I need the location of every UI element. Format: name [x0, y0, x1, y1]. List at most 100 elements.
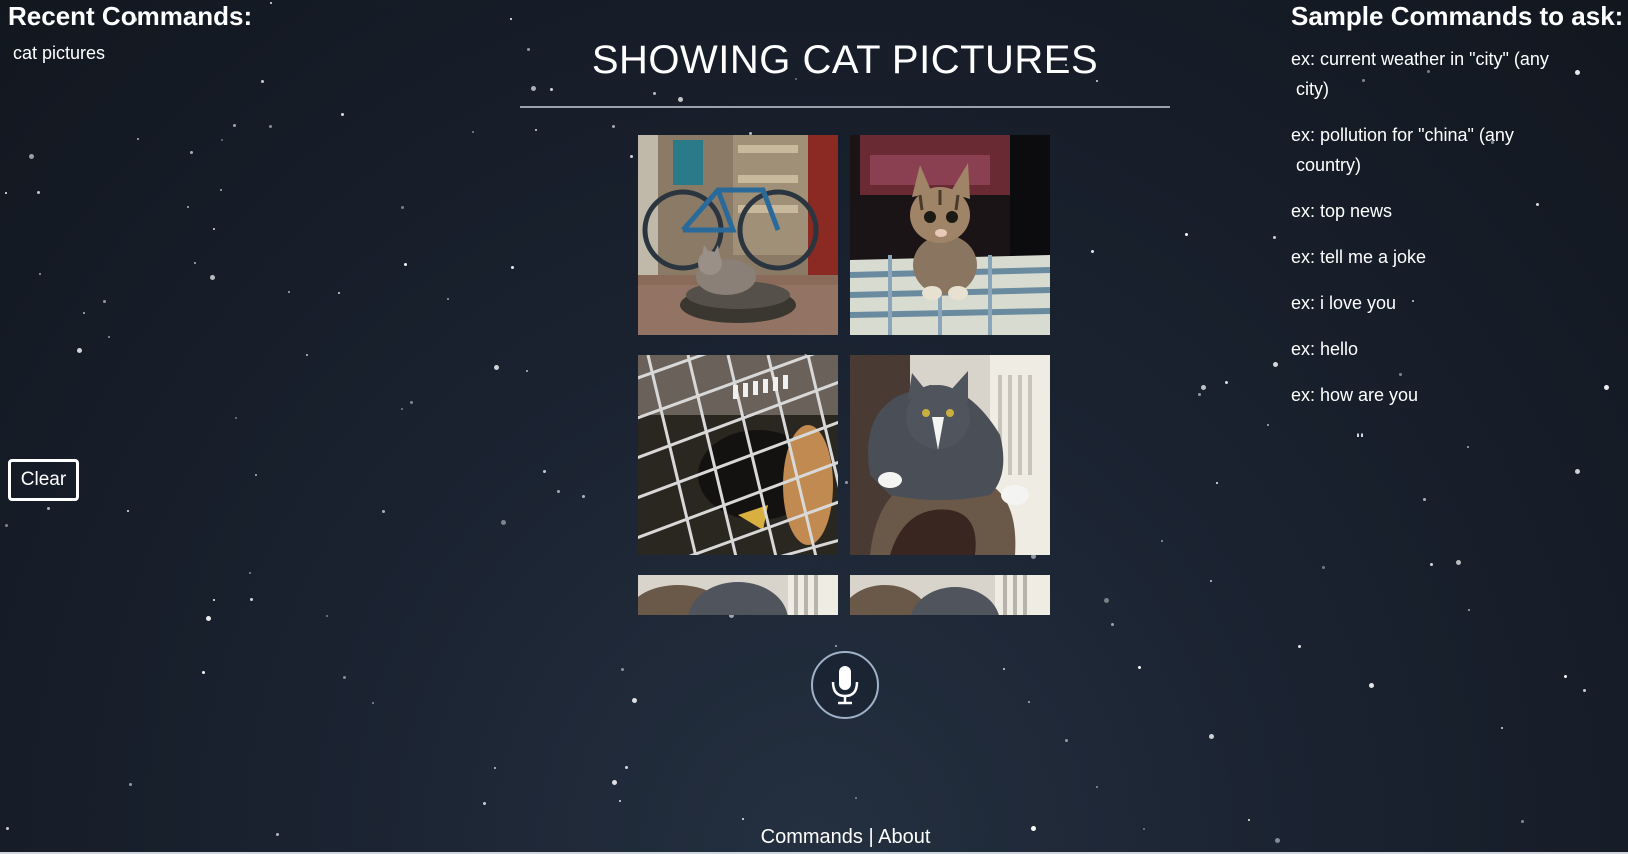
star — [630, 155, 633, 158]
recent-commands-heading: Recent Commands: — [8, 1, 253, 31]
star — [235, 417, 237, 419]
star — [1209, 734, 1214, 739]
star — [1003, 668, 1005, 670]
sample-commands-heading: Sample Commands to ask: — [1291, 1, 1624, 31]
star — [550, 88, 553, 91]
star — [510, 18, 512, 20]
star — [1201, 385, 1206, 390]
clear-button[interactable]: Clear — [8, 459, 79, 501]
star — [372, 702, 374, 704]
title-divider — [520, 106, 1170, 108]
star — [1298, 645, 1301, 648]
sample-command-item: ex: pollution for "china" (any country) — [1291, 125, 1514, 175]
star — [1185, 233, 1188, 236]
star — [621, 668, 624, 671]
commands-link[interactable]: Commands — [761, 826, 863, 848]
star — [233, 124, 236, 127]
star — [472, 131, 474, 133]
star — [190, 151, 193, 154]
star — [343, 676, 346, 679]
star — [535, 129, 537, 131]
star — [1273, 236, 1276, 239]
star — [401, 206, 404, 209]
sample-command-item: ex: i love you — [1291, 293, 1397, 313]
star — [1430, 563, 1433, 566]
cat-photo-partial-left — [638, 575, 838, 615]
star — [625, 766, 628, 769]
cat-photo-partial-right — [850, 575, 1050, 615]
about-link[interactable]: About — [878, 826, 930, 848]
footer-separator: | — [868, 826, 874, 848]
star — [632, 698, 637, 703]
star — [210, 275, 215, 280]
sample-command-item: ex: top news — [1291, 201, 1393, 221]
star — [501, 520, 506, 525]
star — [1564, 675, 1567, 678]
star — [1225, 381, 1228, 384]
sample-commands-list[interactable]: ex: current weather in "city" (any city)… — [1291, 32, 1621, 437]
star — [1111, 623, 1114, 626]
cat-photo-gallery[interactable] — [638, 135, 1050, 615]
star — [612, 125, 615, 128]
star — [543, 470, 546, 473]
star — [1216, 482, 1218, 484]
star — [1456, 560, 1461, 565]
star — [678, 97, 683, 102]
star — [249, 572, 251, 574]
star — [137, 138, 139, 140]
star — [835, 645, 837, 647]
star — [582, 495, 585, 498]
star — [341, 113, 344, 116]
star — [5, 524, 8, 527]
star — [382, 510, 385, 513]
sample-command-item: ex: hello — [1291, 339, 1359, 359]
star — [1369, 683, 1374, 688]
star — [1028, 701, 1030, 703]
star — [1467, 446, 1469, 448]
star — [1583, 689, 1586, 692]
star — [269, 125, 272, 128]
star — [1065, 739, 1068, 742]
star — [194, 262, 196, 264]
star — [261, 80, 264, 83]
star — [47, 507, 50, 510]
star — [1468, 609, 1470, 611]
star — [306, 354, 308, 356]
recent-command-item: cat pictures — [13, 43, 106, 63]
star — [220, 189, 222, 191]
star — [855, 797, 857, 799]
footer-nav: Commands | About — [0, 826, 1628, 849]
star — [129, 783, 132, 786]
star — [108, 336, 110, 338]
cat-photo-black-cat-cage — [638, 355, 838, 555]
star — [77, 348, 82, 353]
star — [742, 818, 744, 820]
page-title: SHOWING CAT PICTURES — [591, 38, 1099, 82]
sample-command-item: ex: tell me a joke — [1291, 247, 1427, 267]
star — [1210, 580, 1212, 582]
star — [511, 266, 514, 269]
microphone-button[interactable] — [811, 651, 879, 719]
star — [37, 191, 40, 194]
star — [619, 800, 621, 802]
sample-command-item: ex: goodbye — [1291, 426, 1556, 437]
star — [1273, 362, 1278, 367]
cat-photo-bicycle-shoe — [638, 135, 838, 335]
star — [29, 154, 34, 159]
star — [1267, 424, 1269, 426]
sample-command-item: ex: how are you — [1291, 385, 1419, 405]
star — [1248, 819, 1250, 821]
star — [338, 292, 340, 294]
star — [213, 228, 215, 230]
star — [531, 86, 536, 91]
star — [1575, 469, 1580, 474]
star — [5, 192, 7, 194]
star — [1322, 566, 1325, 569]
microphone-icon — [831, 666, 859, 705]
star — [401, 408, 403, 410]
star — [250, 598, 253, 601]
star — [288, 291, 290, 293]
star — [1198, 393, 1201, 396]
star — [202, 671, 205, 674]
star — [1138, 666, 1141, 669]
